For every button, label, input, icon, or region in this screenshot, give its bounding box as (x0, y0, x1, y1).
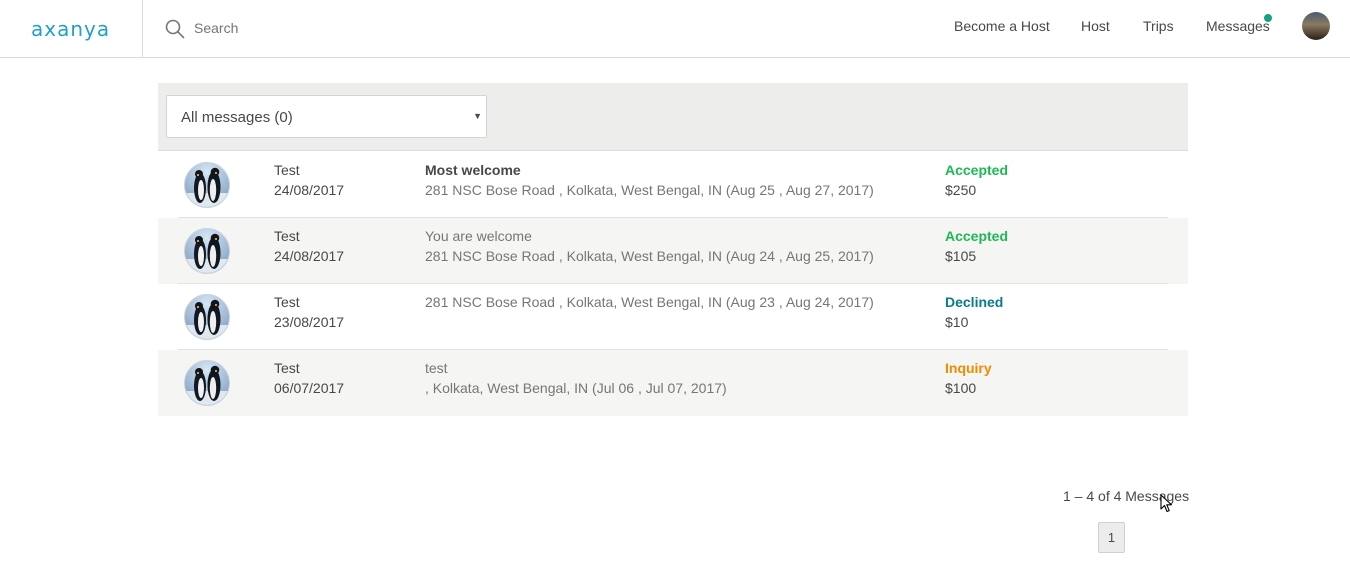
penguin-image (185, 167, 229, 207)
penguin-image (185, 365, 229, 405)
filter-selected-value: All messages (0) (181, 109, 293, 126)
price: $100 (945, 380, 977, 396)
mouse-cursor-icon (1160, 494, 1173, 513)
logo[interactable]: axanya (0, 0, 143, 57)
message-date: 06/07/2017 (274, 380, 345, 396)
sender-name: Test (274, 228, 300, 244)
status-badge: Inquiry (945, 360, 992, 376)
nav-trips[interactable]: Trips (1143, 18, 1174, 34)
notification-dot (1264, 14, 1272, 22)
status-badge: Accepted (945, 228, 1009, 244)
sender-name: Test (274, 294, 300, 310)
user-avatar[interactable] (1302, 12, 1330, 40)
listing-address: 281 NSC Bose Road , Kolkata, West Bengal… (425, 248, 874, 264)
sender-avatar[interactable] (184, 360, 230, 406)
top-navbar: axanya Become a Host Host Trips Messages (0, 0, 1350, 58)
message-subject: You are welcome (425, 228, 532, 244)
search-icon (165, 19, 185, 39)
message-filter-select[interactable]: All messages (0) ▼ (166, 95, 487, 138)
status-badge: Declined (945, 294, 1004, 310)
listing-address: 281 NSC Bose Road , Kolkata, West Bengal… (425, 294, 874, 310)
message-subject: Most welcome (425, 162, 521, 178)
sender-avatar[interactable] (184, 228, 230, 274)
price: $105 (945, 248, 977, 264)
nav-messages[interactable]: Messages (1206, 18, 1270, 34)
message-subject: test (425, 360, 448, 376)
sender-avatar[interactable] (184, 162, 230, 208)
message-row[interactable]: Test 24/08/2017 You are welcome 281 NSC Bos… (158, 218, 1188, 284)
logo-text[interactable]: axanya (31, 17, 110, 41)
price: $10 (945, 314, 969, 330)
sender-name: Test (274, 360, 300, 376)
page-button[interactable]: 1 (1098, 522, 1125, 553)
nav-host[interactable]: Host (1081, 18, 1110, 34)
status-badge: Accepted (945, 162, 1009, 178)
search-input[interactable] (194, 18, 494, 38)
message-row[interactable]: Test 06/07/2017 test , Kolkata, West Bengal… (158, 350, 1188, 416)
message-row[interactable]: Test 24/08/2017 Most welcome 281 NSC Bose R… (158, 152, 1188, 218)
message-date: 23/08/2017 (274, 314, 345, 330)
nav-become-a-host[interactable]: Become a Host (954, 18, 1050, 34)
penguin-image (185, 299, 229, 339)
listing-address: , Kolkata, West Bengal, IN (Jul 06 , Jul… (425, 380, 727, 396)
filter-bar: All messages (0) ▼ (158, 83, 1188, 151)
chevron-down-icon: ▼ (473, 111, 482, 121)
price: $250 (945, 182, 977, 198)
listing-address: 281 NSC Bose Road , Kolkata, West Bengal… (425, 182, 874, 198)
sender-name: Test (274, 162, 300, 178)
penguin-image (185, 233, 229, 273)
message-date: 24/08/2017 (274, 182, 345, 198)
message-date: 24/08/2017 (274, 248, 345, 264)
message-row[interactable]: Test 23/08/2017 281 NSC Bose Road , Kolkat… (158, 284, 1188, 350)
sender-avatar[interactable] (184, 294, 230, 340)
